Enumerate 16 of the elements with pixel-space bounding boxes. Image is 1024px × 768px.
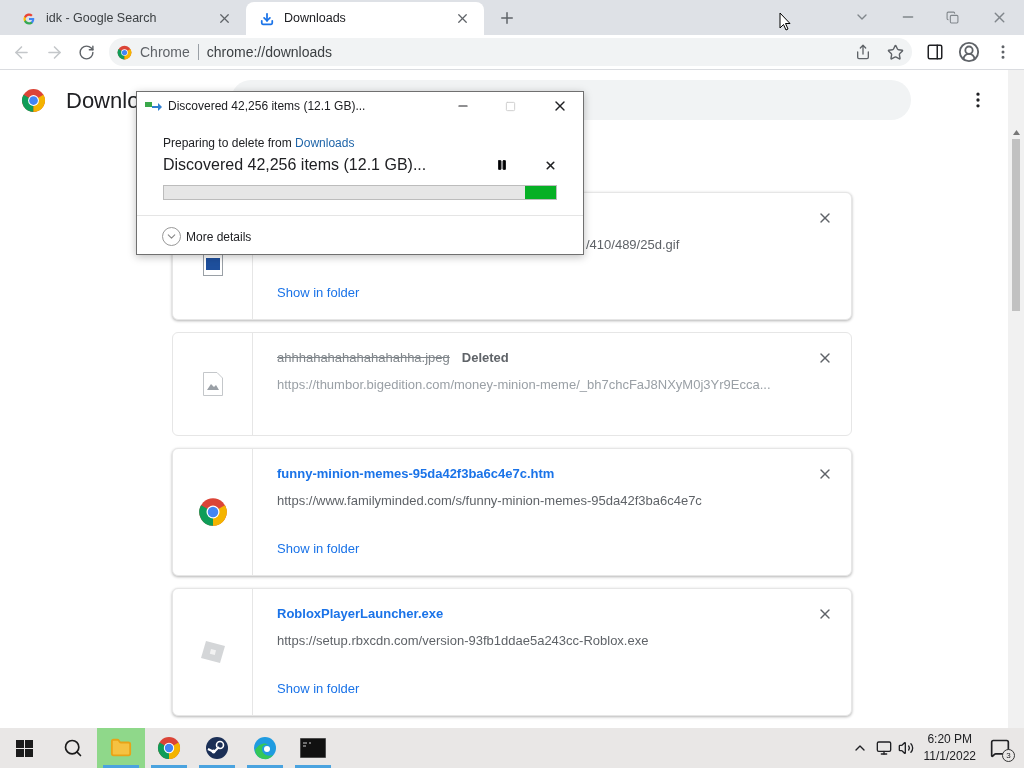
tab-title: Downloads [284,10,347,28]
status-label: Deleted [461,349,509,368]
file-name: ahhhahahahahahahahha.jpeg [277,349,450,368]
tab-title: idk - Google Search [46,10,158,28]
dialog-status: Discovered 42,256 items (12.1 GB)... [163,155,428,175]
source-url: /410/489/25d.gif [585,236,681,254]
dialog-title: Discovered 42,256 items (12.1 GB)... [168,98,367,115]
source-url: https://www.familyminded.com/s/funny-minion-memes-95da42f3ba6c4e7c [277,492,703,510]
dialog-subtitle: Preparing to delete from Downloads [163,135,356,152]
clock-date: 11/1/2022 [923,748,976,765]
clock-time: 6:20 PM [927,731,973,748]
site-label: Chrome [140,42,190,62]
url-text: chrome://downloads [206,42,334,62]
source-url: https://setup.rbxcdn.com/version-93fb1ddae5a243cc-Roblox.exe [277,632,650,650]
notification-count: 3 [1002,749,1015,762]
source-url: https://thumbor.bigedition.com/money-minion-meme/_bh7chcFaJ8NXyM0j3Yr9Ecca... [277,376,772,394]
